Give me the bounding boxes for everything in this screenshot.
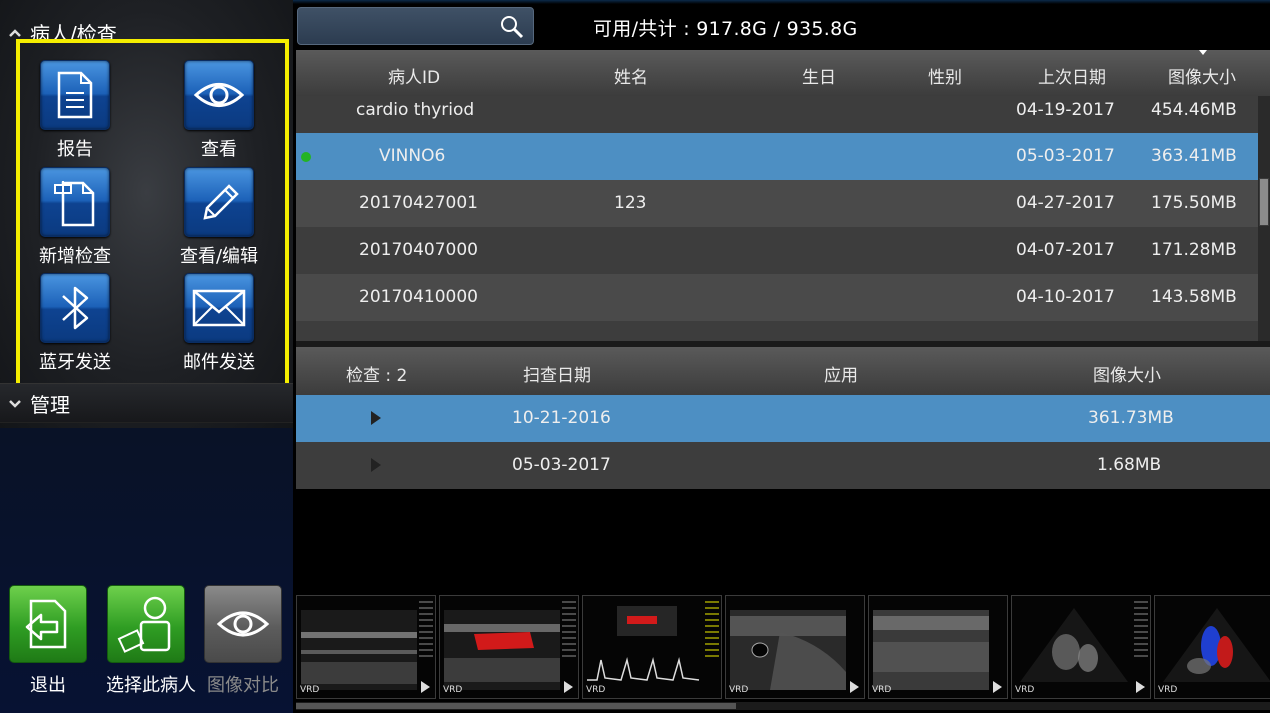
search-input[interactable] <box>297 7 534 45</box>
cell-exam-size: 1.68MB <box>1097 455 1162 475</box>
cardiac-color-image <box>1163 608 1270 682</box>
thumbnail-tag: VRD <box>586 685 606 695</box>
search-icon[interactable] <box>499 14 525 40</box>
col-scan-date[interactable]: 扫查日期 <box>523 361 591 386</box>
doppler-image <box>587 606 700 681</box>
scale-bar <box>1134 601 1148 661</box>
col-image-size[interactable]: 图像大小 <box>1168 63 1236 88</box>
col-birthday[interactable]: 生日 <box>802 63 836 88</box>
cell-last-date: 04-10-2017 <box>1016 287 1115 307</box>
cell-image-size: 143.58MB <box>1151 287 1237 307</box>
play-icon[interactable] <box>1136 681 1145 693</box>
table-row[interactable]: 20170410000 04-10-2017 143.58MB <box>296 274 1258 321</box>
highlight-box <box>16 39 289 389</box>
cell-patient-id: cardio thyriod <box>356 100 475 120</box>
image-compare-button[interactable]: 图像对比 <box>203 585 283 697</box>
cell-scan-date: 05-03-2017 <box>512 455 611 475</box>
scale-bar <box>562 601 576 661</box>
ultrasound-thumbnail[interactable]: VRD <box>1011 595 1151 699</box>
ultrasound-thumbnail[interactable]: VRD <box>296 595 436 699</box>
thumbnail-tag: VRD <box>1158 685 1178 695</box>
ultrasound-thumbnail[interactable]: VRD <box>1154 595 1270 699</box>
left-panel: 病人/检查 报告 查看 新增检查 查看/编辑 蓝牙发送 邮件发送 管理 退出 选… <box>0 0 293 713</box>
thumbnail-tag: VRD <box>729 685 749 695</box>
image-thumbnail-strip: VRD VRD VRD VRD VRD VRD VRD <box>296 595 1270 699</box>
cell-image-size: 171.28MB <box>1151 240 1237 260</box>
chevron-down-icon <box>0 394 30 413</box>
cell-patient-id: 20170427001 <box>359 193 478 213</box>
table-row[interactable]: 20170427001 123 04-27-2017 175.50MB <box>296 180 1258 227</box>
select-patient-label: 选择此病人 <box>106 675 196 696</box>
ultrasound-thumbnail[interactable]: VRD <box>725 595 865 699</box>
scale-bar <box>705 601 719 661</box>
play-icon[interactable] <box>421 681 430 693</box>
exam-table-header: 检查 : 2 扫查日期 应用 图像大小 <box>296 347 1270 395</box>
top-bar: 可用/共计 : 917.8G / 935.8G <box>293 0 1270 50</box>
online-dot-icon <box>301 152 311 162</box>
ultrasound-thumbnail[interactable]: VRD <box>439 595 579 699</box>
col-sex[interactable]: 性别 <box>928 63 962 88</box>
cell-patient-id: 20170410000 <box>359 287 478 307</box>
ultrasound-image <box>301 610 417 690</box>
ultrasound-thumbnail[interactable]: VRD <box>868 595 1008 699</box>
col-exam-image-size[interactable]: 图像大小 <box>1093 361 1161 386</box>
table-row-selected[interactable]: VINNO6 05-03-2017 363.41MB <box>296 133 1258 180</box>
thumbnail-tag: VRD <box>443 685 463 695</box>
table-row-partial[interactable] <box>296 321 1258 341</box>
play-icon[interactable] <box>850 681 859 693</box>
cell-last-date: 05-03-2017 <box>1016 146 1115 166</box>
cell-image-size: 175.50MB <box>1151 193 1237 213</box>
cell-scan-date: 10-21-2016 <box>512 408 611 428</box>
thumbnail-scrollbar-thumb[interactable] <box>296 703 736 709</box>
ultrasound-image <box>444 610 560 690</box>
exam-row[interactable]: 05-03-2017 1.68MB <box>296 442 1270 489</box>
manage-section-label: 管理 <box>30 392 70 417</box>
patient-table-scrollbar[interactable] <box>1258 96 1270 341</box>
scrollbar-thumb[interactable] <box>1259 178 1269 226</box>
cardiac-image <box>1020 608 1128 682</box>
manage-section-header[interactable]: 管理 <box>0 383 293 423</box>
cell-last-date: 04-19-2017 <box>1016 100 1115 120</box>
cell-name: 123 <box>614 193 647 213</box>
thumbnail-tag: VRD <box>1015 685 1035 695</box>
cell-patient-id: VINNO6 <box>379 146 446 166</box>
scale-bar <box>419 601 433 661</box>
table-row[interactable]: cardio thyriod 04-19-2017 454.46MB <box>296 96 1258 133</box>
ultrasound-image <box>730 610 846 690</box>
cell-last-date: 04-07-2017 <box>1016 240 1115 260</box>
table-row[interactable]: 20170407000 04-07-2017 171.28MB <box>296 227 1258 274</box>
eye-icon <box>204 585 282 663</box>
cell-exam-size: 361.73MB <box>1088 408 1174 428</box>
col-application[interactable]: 应用 <box>824 361 858 386</box>
col-patient-id[interactable]: 病人ID <box>388 63 440 88</box>
exit-label: 退出 <box>30 675 66 696</box>
cell-image-size: 363.41MB <box>1151 146 1237 166</box>
thumbnail-scrollbar[interactable] <box>296 702 1270 710</box>
col-name[interactable]: 姓名 <box>614 63 648 88</box>
exit-button[interactable]: 退出 <box>8 585 88 697</box>
select-patient-button[interactable]: 选择此病人 <box>106 585 196 697</box>
patient-table-header: 病人ID 姓名 生日 性别 上次日期 图像大小 <box>296 50 1270 96</box>
play-icon[interactable] <box>564 681 573 693</box>
right-panel: 可用/共计 : 917.8G / 935.8G 病人ID 姓名 生日 性别 上次… <box>293 0 1270 713</box>
sort-desc-icon <box>1199 50 1207 55</box>
image-compare-label: 图像对比 <box>207 675 279 696</box>
thumbnail-tag: VRD <box>300 685 320 695</box>
cell-last-date: 04-27-2017 <box>1016 193 1115 213</box>
select-patient-icon <box>107 585 185 663</box>
exit-icon <box>9 585 87 663</box>
thumbnail-tag: VRD <box>872 685 892 695</box>
expand-arrow-icon[interactable] <box>371 411 381 425</box>
col-last-date[interactable]: 上次日期 <box>1038 63 1106 88</box>
storage-readout: 可用/共计 : 917.8G / 935.8G <box>593 18 858 40</box>
ultrasound-thumbnail[interactable]: VRD <box>582 595 722 699</box>
exam-row-selected[interactable]: 10-21-2016 361.73MB <box>296 395 1270 442</box>
expand-arrow-icon[interactable] <box>371 458 381 472</box>
ultrasound-image <box>873 610 989 690</box>
exam-count: 检查 : 2 <box>346 366 408 386</box>
cell-image-size: 454.46MB <box>1151 100 1237 120</box>
cell-patient-id: 20170407000 <box>359 240 478 260</box>
play-icon[interactable] <box>993 681 1002 693</box>
